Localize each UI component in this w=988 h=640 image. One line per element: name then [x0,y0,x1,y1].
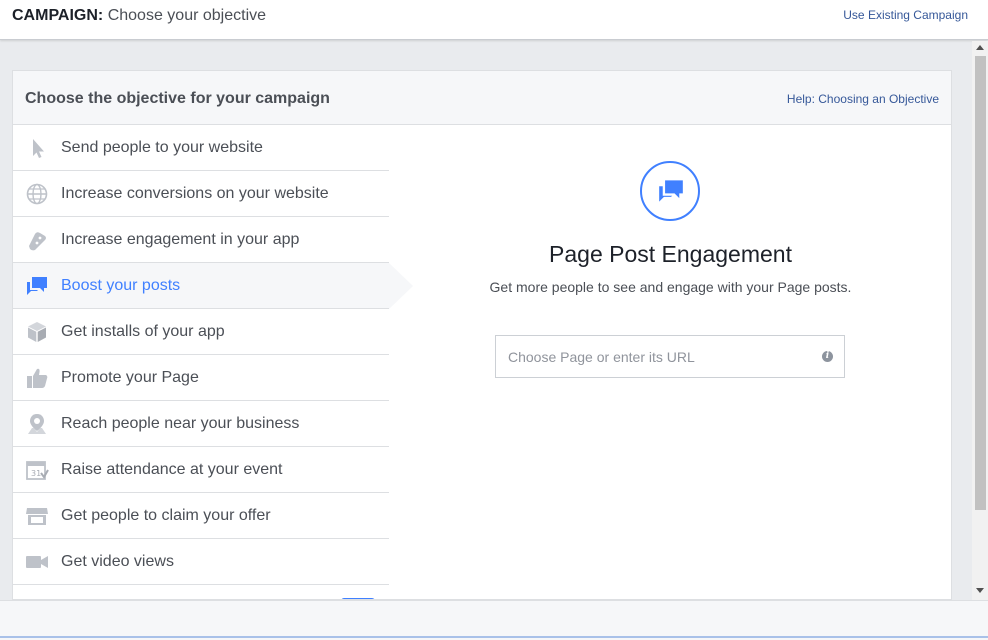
objective-list: Send people to your website Increase con… [13,125,389,599]
svg-text:31: 31 [31,469,41,478]
objective-title: Page Post Engagement [549,241,792,267]
chat-bubbles-icon [27,277,47,295]
objective-label: Reach people near your business [61,415,300,432]
objective-label: Send people to your website [61,139,263,156]
gamepad-icon [29,232,46,251]
chat-bubbles-icon [659,180,683,202]
panel-header: Choose the objective for your campaign H… [13,71,951,125]
page-input-box: i [495,335,845,378]
objective-item-video-views[interactable]: Get video views [13,539,389,585]
objective-label: Get video views [61,553,174,570]
objective-panel: Choose the objective for your campaign H… [12,70,952,600]
info-icon[interactable]: i [822,351,833,362]
video-camera-icon [26,556,48,568]
objective-item-local-awareness[interactable]: Reach people near your business [13,401,389,447]
footer-bar [0,600,988,640]
page-title: CAMPAIGN: Choose your objective [12,7,266,25]
objective-item-website-conversions[interactable]: Increase conversions on your website [13,171,389,217]
objective-badge [640,161,700,221]
cursor-icon [33,139,44,158]
objective-label: Increase conversions on your website [61,185,329,202]
help-choosing-objective-link[interactable]: Help: Choosing an Objective [787,92,939,106]
objective-item-website-clicks[interactable]: Send people to your website [13,125,389,171]
objective-detail: Page Post Engagement Get more people to … [390,125,951,599]
calendar-icon: 31 [26,461,49,480]
page-title-text: Choose your objective [107,7,267,24]
page-url-input[interactable] [496,336,816,377]
map-pin-icon [28,414,46,434]
use-existing-campaign-link[interactable]: Use Existing Campaign [843,8,968,22]
objective-item-event-responses[interactable]: 31 Raise attendance at your event [13,447,389,493]
top-bar: CAMPAIGN: Choose your objective Use Exis… [0,0,988,40]
objective-label: Boost your posts [61,277,181,294]
objective-item-app-engagement[interactable]: Increase engagement in your app [13,217,389,263]
objective-item-offer-claims[interactable]: Get people to claim your offer [13,493,389,539]
objective-item-boost-posts[interactable]: Boost your posts [13,263,389,309]
objective-item-app-installs[interactable]: Get installs of your app [13,309,389,355]
panel-heading: Choose the objective for your campaign [25,90,330,107]
objective-label: Increase engagement in your app [61,231,300,248]
page-title-prefix: CAMPAIGN: [12,7,104,24]
thumbs-up-icon [27,368,48,388]
objective-label: Raise attendance at your event [61,461,283,478]
objective-item-page-likes[interactable]: Promote your Page [13,355,389,401]
scrollbar-thumb[interactable] [975,56,986,510]
box-icon [28,322,46,342]
objective-label: Get people to claim your offer [61,507,271,524]
scroll-down-arrow-icon[interactable] [976,588,984,593]
footer-accent-line [0,636,988,638]
scroll-up-arrow-icon[interactable] [976,45,984,50]
objective-label: Get installs of your app [61,323,225,340]
objective-item-partial[interactable] [13,585,389,599]
storefront-icon [26,508,48,525]
globe-icon [26,183,48,205]
objective-description: Get more people to see and engage with y… [489,279,852,295]
objective-label: Promote your Page [61,369,199,386]
